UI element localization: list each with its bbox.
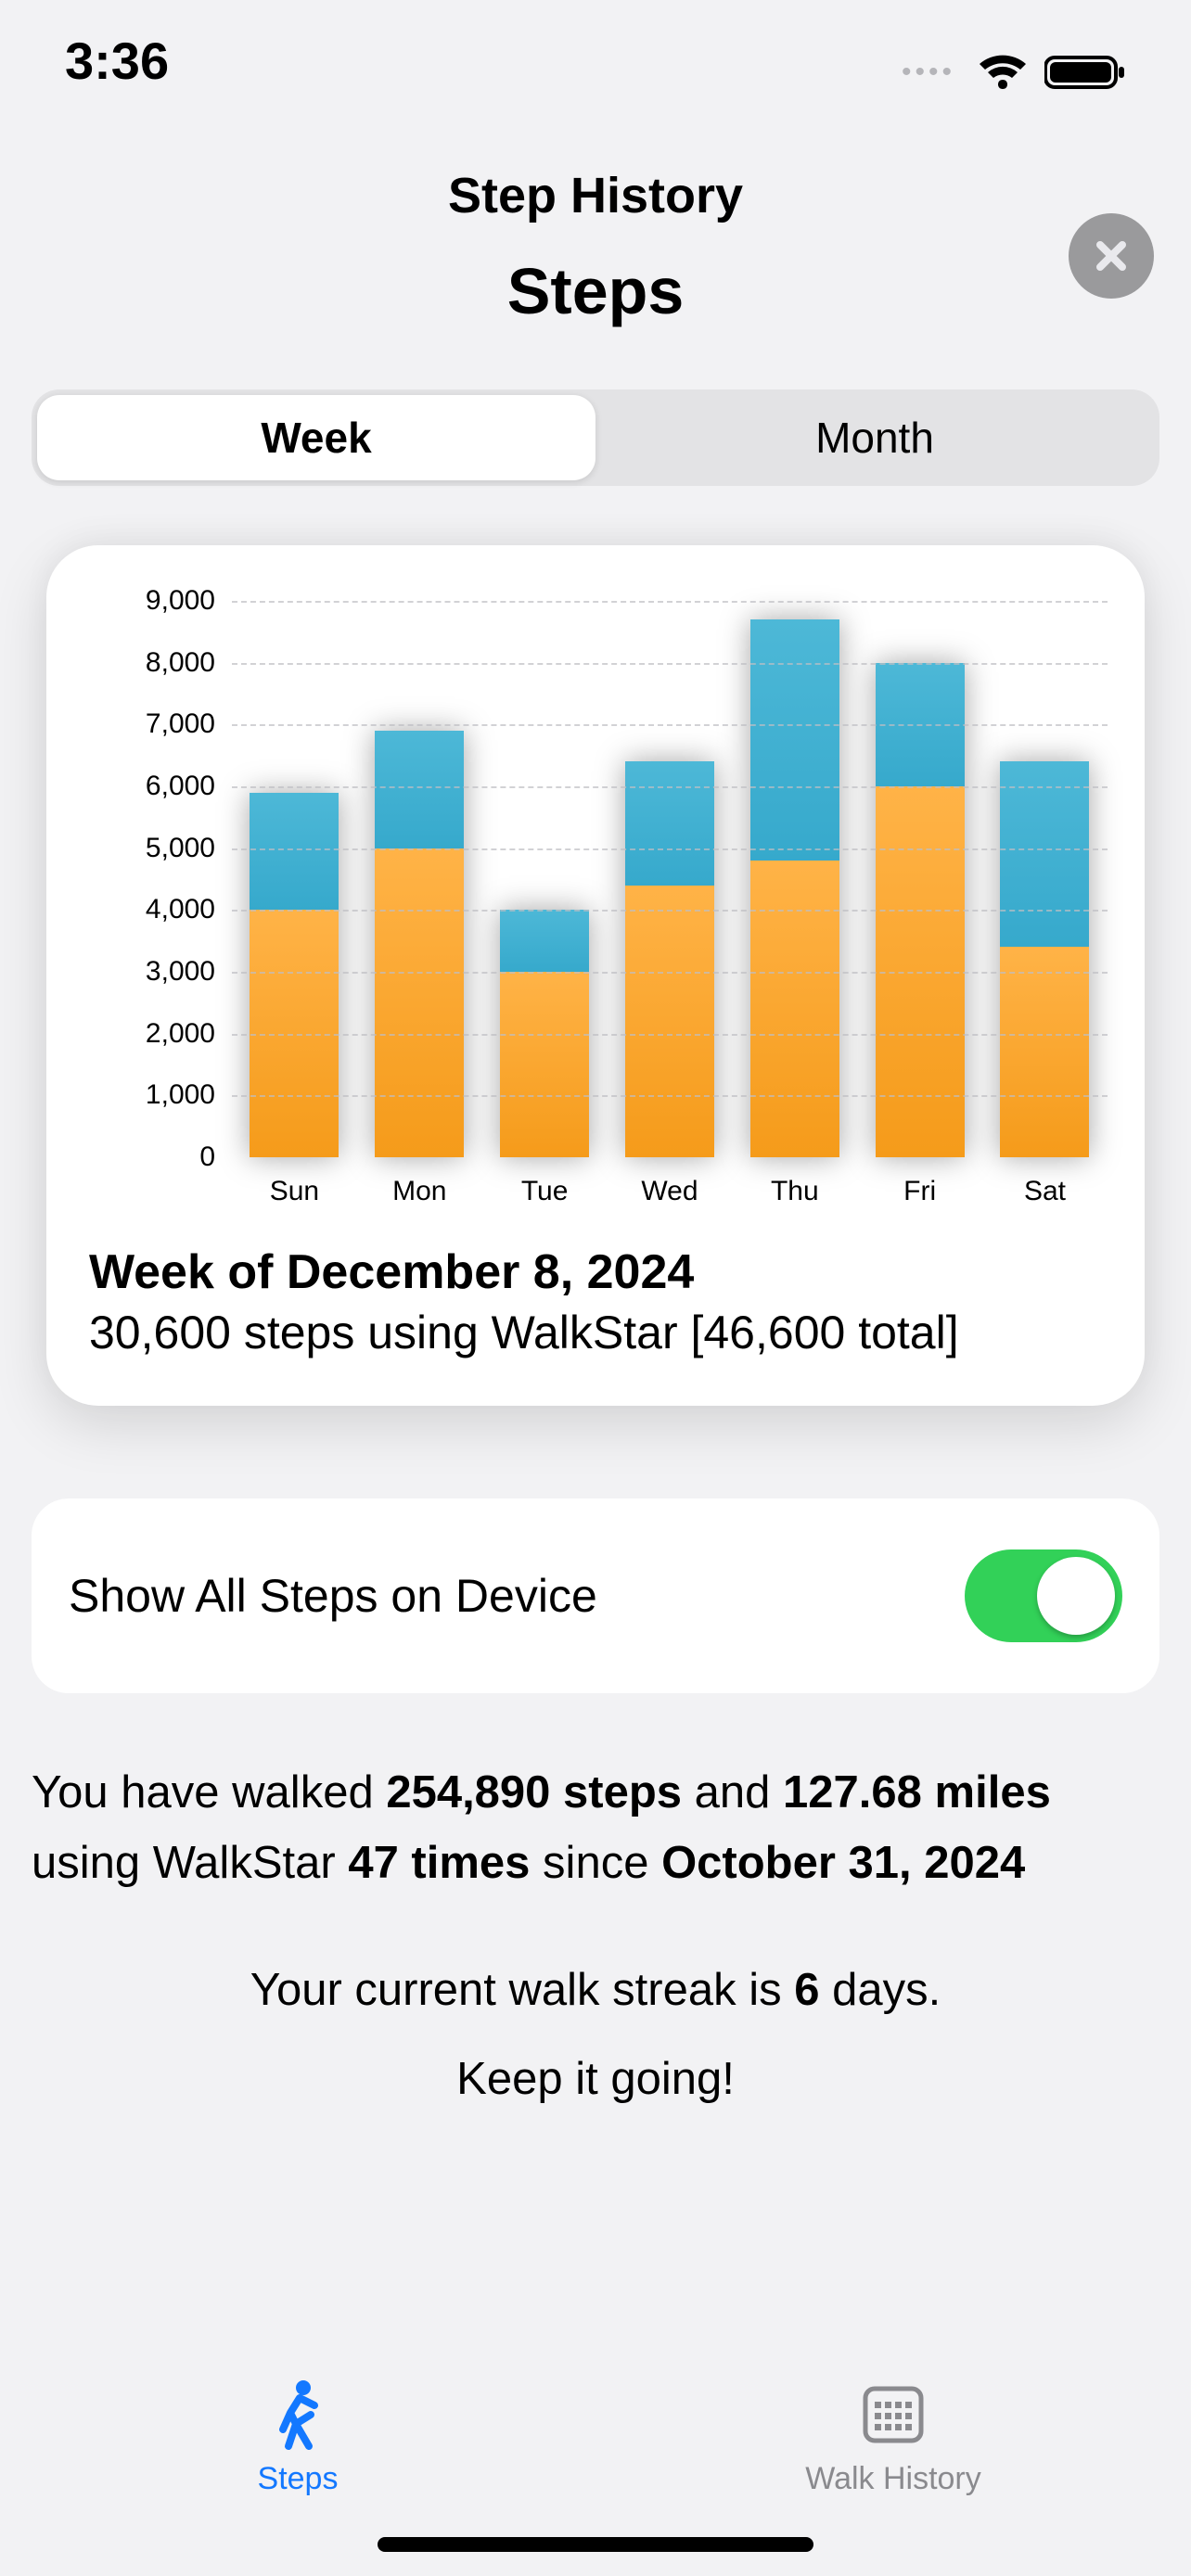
chart-bar-segment-walkstar: [500, 972, 589, 1157]
chart-x-tick: Thu: [744, 1176, 846, 1207]
chart-x-tick: Mon: [368, 1176, 470, 1207]
chart-area: 01,0002,0003,0004,0005,0006,0007,0008,00…: [83, 601, 1108, 1157]
status-icons: ••••: [902, 54, 1126, 91]
chart-y-tick: 8,000: [85, 647, 215, 679]
chart-x-tick: Tue: [493, 1176, 596, 1207]
tab-month[interactable]: Month: [596, 395, 1154, 480]
chart-gridline: [232, 601, 1108, 603]
chart-bar-segment-walkstar: [750, 861, 839, 1157]
chart-y-tick: 4,000: [85, 894, 215, 925]
stats-text: You have walked: [32, 1767, 386, 1817]
chart-summary: 30,600 steps using WalkStar [46,600 tota…: [83, 1306, 1108, 1359]
status-bar: 3:36 ••••: [0, 0, 1191, 102]
battery-icon: [1044, 54, 1126, 91]
chart-y-tick: 3,000: [85, 956, 215, 988]
stats-steps: 254,890 steps: [386, 1767, 682, 1817]
chart-y-tick: 9,000: [85, 585, 215, 617]
chart-bar-segment-walkstar: [1000, 947, 1089, 1157]
chart-plot: [232, 601, 1108, 1157]
chart-bars: [232, 601, 1108, 1157]
chart-bar-slot: [368, 731, 470, 1157]
walker-icon: [261, 2378, 335, 2452]
wifi-icon: [978, 54, 1028, 91]
tab-week[interactable]: Week: [37, 395, 596, 480]
streak-line: Your current walk streak is 6 days.: [0, 1964, 1191, 2016]
chart-title: Week of December 8, 2024: [83, 1244, 1108, 1300]
bottom-tab-bar: Steps Walk History: [0, 2363, 1191, 2576]
chart-bar-slot: [993, 761, 1095, 1157]
switch-knob: [1037, 1557, 1115, 1635]
show-all-steps-switch[interactable]: [965, 1549, 1122, 1642]
streak-count: 6: [794, 1965, 819, 2015]
tab-walk-history-label: Walk History: [805, 2461, 981, 2497]
chart-y-tick: 6,000: [85, 771, 215, 802]
stats-text: and: [682, 1767, 783, 1817]
chart-gridline: [232, 786, 1108, 788]
chart-y-tick: 5,000: [85, 833, 215, 864]
chart-gridline: [232, 724, 1108, 726]
chart-bar-segment-walkstar: [375, 848, 464, 1157]
header: Step History Steps: [0, 167, 1191, 328]
chart-bar: [1000, 761, 1089, 1157]
chart-x-tick: Sat: [993, 1176, 1095, 1207]
chart-bar: [750, 619, 839, 1157]
chart-bar-segment-walkstar: [625, 886, 714, 1157]
chart-x-tick: Fri: [869, 1176, 971, 1207]
chart-bar: [375, 731, 464, 1157]
chart-bar-segment-other: [625, 761, 714, 885]
chart-bar-segment-other: [250, 793, 339, 911]
show-all-steps-label: Show All Steps on Device: [69, 1569, 597, 1623]
chart-y-tick: 0: [85, 1141, 215, 1173]
page-title: Step History: [0, 167, 1191, 224]
show-all-steps-row: Show All Steps on Device: [32, 1498, 1159, 1693]
stats-text: using WalkStar: [32, 1838, 348, 1888]
stats-text: since: [530, 1838, 661, 1888]
chart-y-tick: 2,000: [85, 1018, 215, 1050]
tab-steps-label: Steps: [258, 2461, 339, 2497]
chart-bar-slot: [619, 761, 721, 1157]
chart-x-tick: Wed: [619, 1176, 721, 1207]
stats-summary: You have walked 254,890 steps and 127.68…: [32, 1758, 1159, 1899]
stats-times: 47 times: [348, 1838, 530, 1888]
close-icon: [1093, 237, 1130, 274]
chart-bar-slot: [243, 793, 345, 1157]
stats-since: October 31, 2024: [661, 1838, 1025, 1888]
chart-y-tick: 7,000: [85, 708, 215, 740]
chart-gridline: [232, 663, 1108, 665]
calendar-grid-icon: [856, 2378, 930, 2452]
encouragement-line: Keep it going!: [0, 2053, 1191, 2105]
chart-gridline: [232, 1034, 1108, 1036]
cellular-dots-icon: ••••: [902, 57, 955, 88]
chart-y-axis: 01,0002,0003,0004,0005,0006,0007,0008,00…: [83, 601, 232, 1157]
page-subtitle: Steps: [0, 254, 1191, 328]
chart-bar: [250, 793, 339, 1157]
status-time: 3:36: [65, 31, 169, 91]
close-button[interactable]: [1069, 213, 1154, 299]
chart-gridline: [232, 848, 1108, 850]
chart-y-tick: 1,000: [85, 1079, 215, 1111]
chart-x-axis: Sun Mon Tue Wed Thu Fri Sat: [232, 1176, 1108, 1207]
range-segmented-control: Week Month: [32, 389, 1159, 486]
chart-gridline: [232, 1095, 1108, 1097]
home-indicator[interactable]: [378, 2537, 813, 2552]
chart-card: 0 1,000 2,000 3,000 4,000 5,000 6,000 7,000 8,00…: [46, 545, 1145, 1406]
chart-bar: [625, 761, 714, 1157]
chart-bar-slot: [744, 619, 846, 1157]
streak-text: days.: [819, 1965, 941, 2015]
chart-x-tick: Sun: [243, 1176, 345, 1207]
chart-bar-segment-other: [375, 731, 464, 848]
chart-gridline: [232, 972, 1108, 974]
streak-text: Your current walk streak is: [250, 1965, 794, 2015]
chart-gridline: [232, 910, 1108, 912]
chart-bar-segment-other: [750, 619, 839, 861]
stats-miles: 127.68 miles: [783, 1767, 1051, 1817]
chart-bar-segment-other: [1000, 761, 1089, 947]
chart-bar-segment-other: [500, 910, 589, 972]
